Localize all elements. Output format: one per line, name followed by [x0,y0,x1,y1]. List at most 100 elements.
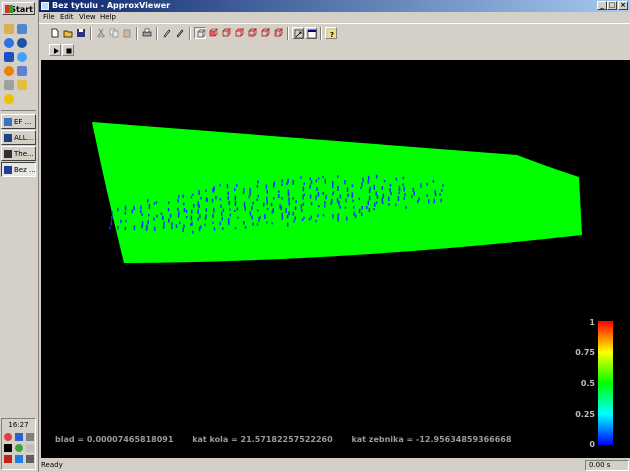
approx-point [381,186,384,190]
render-viewport[interactable]: blad = 0.00007465818091 kat kola = 21.57… [41,60,630,458]
approx-point [153,202,156,205]
tool-icon[interactable] [17,52,27,62]
open-file-button[interactable] [62,27,74,39]
colorbar-label-max: 1 [589,318,595,327]
view-front-button[interactable] [207,27,219,39]
cut-button[interactable] [95,27,107,39]
task-button-the[interactable]: The... [1,146,36,161]
tray-volume-icon[interactable] [26,433,34,441]
approx-point [413,191,415,196]
tray-monitor-icon[interactable] [4,444,12,452]
help-icon[interactable] [4,94,14,104]
approx-point [302,194,304,200]
approx-point [339,194,342,199]
approx-point [160,212,163,215]
approx-point [318,205,320,208]
start-button[interactable]: Start [2,2,35,15]
approx-point [303,216,305,219]
tray-bluetooth-icon[interactable] [15,455,23,463]
approx-point [183,208,186,212]
main-toolbar: ? [39,23,630,42]
view-back-button[interactable] [220,27,232,39]
clock[interactable]: 16:27 [2,421,35,429]
copy-button[interactable] [108,27,120,39]
approx-point [206,198,208,202]
tray-app-icon[interactable] [4,433,12,441]
tray-antivirus-icon[interactable] [4,455,12,463]
approx-point [148,204,151,209]
approx-point [325,194,327,200]
stop-button[interactable] [62,44,74,56]
approx-point [281,179,283,183]
approx-point [263,202,265,207]
approx-point [162,215,164,220]
menu-edit[interactable]: Edit [60,12,74,23]
status-text: Ready [41,461,63,469]
approx-point [212,213,214,218]
approx-point [110,221,113,226]
desktop-icon[interactable] [4,24,14,34]
ftp-icon[interactable] [4,52,14,62]
close-button[interactable]: × [618,1,628,10]
view-bottom-button[interactable] [272,27,284,39]
approx-point [395,177,398,181]
paste-button[interactable] [121,27,133,39]
play-button[interactable] [49,44,61,56]
fit-view-icon [294,29,304,39]
approx-point [117,225,119,230]
print-button[interactable] [141,27,153,39]
approx-point [324,201,326,205]
menu-help[interactable]: Help [100,12,116,23]
network-icon[interactable] [17,66,27,76]
approx-point [220,211,223,216]
approx-point [227,191,229,195]
approx-point [332,183,334,189]
tray-network-icon[interactable] [15,433,23,441]
approx-point [402,183,404,186]
approx-point [266,196,268,201]
ie-icon[interactable] [4,38,14,48]
media-icon[interactable] [17,38,27,48]
title-bar[interactable]: Bez tytulu - ApproxViewer _ □ × [39,0,630,12]
window-view-button[interactable] [305,27,317,39]
approx-point [315,195,317,201]
view-cube-iso-button[interactable] [194,27,206,39]
task-button-all[interactable]: ALL... [1,130,36,145]
approx-point [111,215,113,221]
approx-point [376,195,379,199]
approx-point [140,205,142,209]
approx-point [249,188,251,192]
tray-device-icon[interactable] [26,444,34,452]
approx-point [111,211,113,214]
view-top-button[interactable] [259,27,271,39]
approx-point [286,182,288,185]
new-file-button[interactable] [49,27,61,39]
approx-point [249,211,251,216]
save-button[interactable] [75,27,87,39]
view-left-button[interactable] [233,27,245,39]
select-tool-button[interactable] [174,27,186,39]
approx-point [141,213,143,217]
settings-icon[interactable] [4,80,14,90]
view-right-button[interactable] [246,27,258,39]
menu-file[interactable]: File [43,12,55,23]
task-button-ef[interactable]: EF ... [1,114,36,129]
menu-view[interactable]: View [79,12,96,23]
maximize-button[interactable]: □ [607,1,617,10]
explorer-icon[interactable] [17,24,27,34]
approx-point [266,221,268,224]
cube-left-icon [235,28,244,37]
task-button-bez[interactable]: Bez ... [1,162,36,177]
folder-icon[interactable] [4,66,14,76]
approx-point [337,217,339,222]
about-button[interactable]: ? [325,27,337,39]
minimize-button[interactable]: _ [597,1,607,10]
edit-tool-button[interactable] [161,27,173,39]
approx-point [182,194,184,198]
tray-misc-icon[interactable] [26,455,34,463]
notepad-icon[interactable] [17,80,27,90]
fit-view-button[interactable] [292,27,304,39]
approx-point [197,209,199,214]
approx-point [302,186,305,192]
tray-status-icon[interactable] [15,444,23,452]
